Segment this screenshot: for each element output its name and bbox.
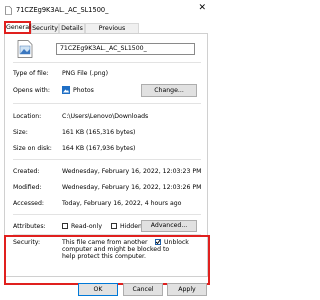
size-on-disk-value: 164 KB (167,936 bytes) <box>62 145 136 152</box>
size-on-disk-label: Size on disk: <box>13 145 52 152</box>
file-icon <box>5 6 12 15</box>
hidden-label: Hidden <box>120 223 142 230</box>
read-only-label: Read-only <box>71 223 102 230</box>
size-label: Size: <box>13 129 28 136</box>
close-icon[interactable]: ✕ <box>198 4 206 13</box>
created-label: Created: <box>13 168 40 175</box>
divider <box>13 159 201 160</box>
type-label: Type of file: <box>13 70 49 77</box>
modified-value: Wednesday, February 16, 2022, 12:03:26 P… <box>62 184 202 191</box>
hidden-checkbox[interactable] <box>111 223 117 229</box>
divider <box>13 103 201 104</box>
divider <box>13 62 201 63</box>
created-value: Wednesday, February 16, 2022, 12:03:23 P… <box>62 168 202 175</box>
opens-with-label: Opens with: <box>13 87 50 94</box>
divider <box>13 214 201 215</box>
security-highlight-box <box>4 235 210 285</box>
cancel-button[interactable]: Cancel <box>123 283 163 296</box>
accessed-value: Today, February 16, 2022, 4 hours ago <box>62 200 182 207</box>
attributes-label: Attributes: <box>13 223 46 230</box>
apply-button[interactable]: Apply <box>167 283 207 296</box>
type-value: PNG File (.png) <box>62 70 109 77</box>
opens-with-value: Photos <box>73 87 94 94</box>
title-bar: 71CZEg9K3AL._AC_SL1500_ ✕ <box>0 0 212 20</box>
png-file-icon <box>17 40 33 58</box>
size-value: 161 KB (165,316 bytes) <box>62 129 136 136</box>
location-label: Location: <box>13 113 42 120</box>
tab-details[interactable]: Details <box>59 23 85 33</box>
window-title: 71CZEg9K3AL._AC_SL1500_ <box>16 6 109 14</box>
accessed-label: Accessed: <box>13 200 45 207</box>
tab-previous-versions[interactable]: Previous Versions <box>85 23 139 42</box>
advanced-button[interactable]: Advanced... <box>141 220 197 232</box>
location-value: C:\Users\Lenovo\Downloads <box>62 113 149 120</box>
read-only-checkbox[interactable] <box>62 223 68 229</box>
modified-label: Modified: <box>13 184 42 191</box>
change-button[interactable]: Change... <box>141 84 197 97</box>
tab-security[interactable]: Security <box>31 23 59 33</box>
file-name-input[interactable]: 71CZEg9K3AL._AC_SL1500_ <box>56 43 195 55</box>
tab-general[interactable]: General <box>4 21 31 34</box>
photos-app-icon <box>62 86 70 94</box>
ok-button[interactable]: OK <box>78 283 118 296</box>
